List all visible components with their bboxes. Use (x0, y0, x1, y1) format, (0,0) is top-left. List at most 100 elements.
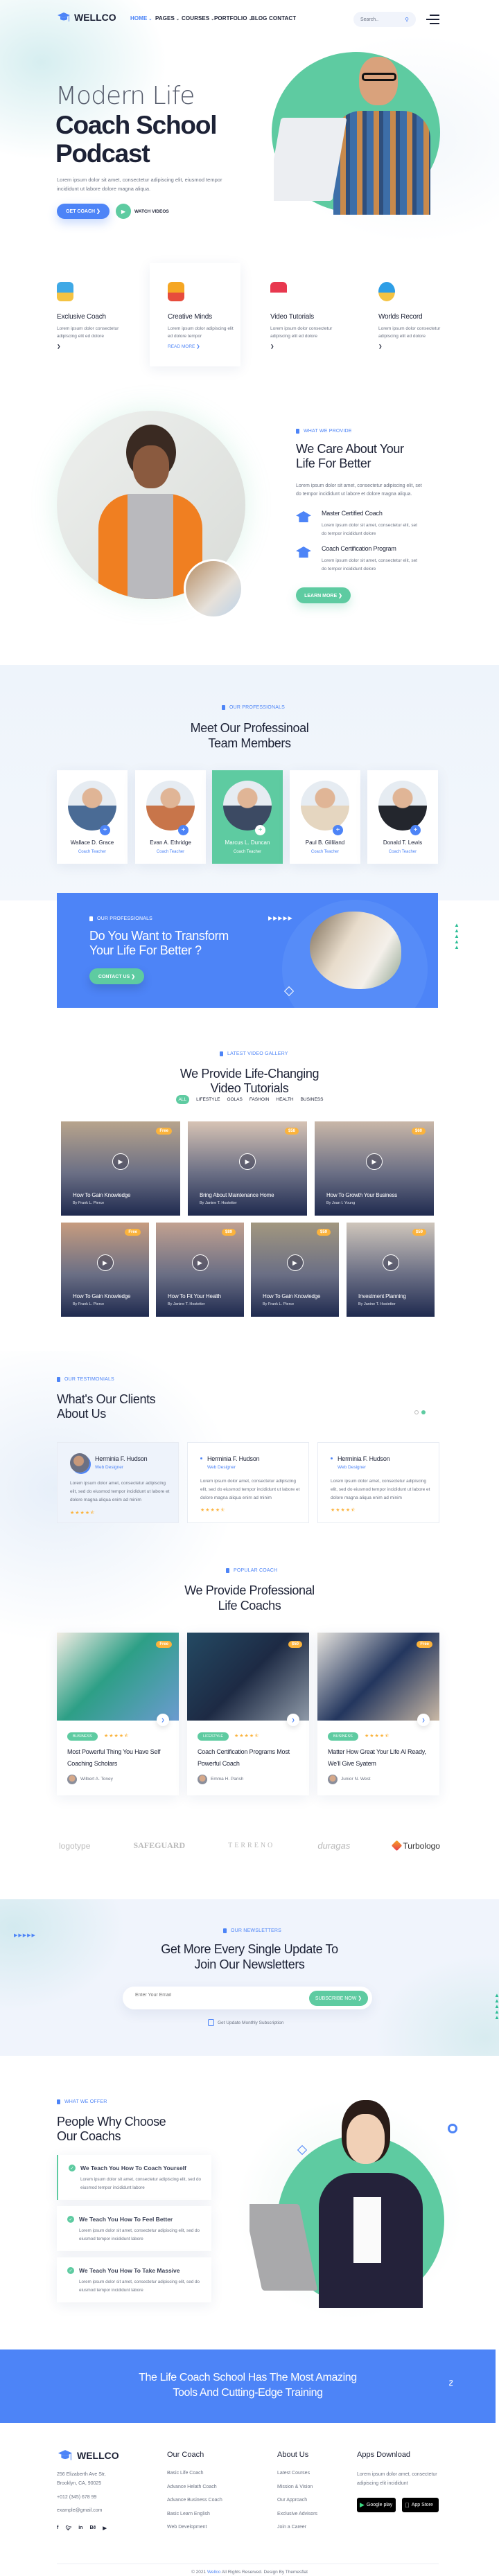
video-card[interactable]: $59 ▶ Investment Planning By Janine T. Host… (347, 1223, 435, 1317)
search-icon[interactable]: ⚲ (405, 17, 409, 23)
plus-icon[interactable]: + (410, 825, 421, 835)
videos-tag-label: LATEST VIDEO GALLERY (227, 1051, 288, 1056)
coach-title[interactable]: Coach Certification Programs Most Powerf… (198, 1746, 301, 1770)
video-card[interactable]: Free ▶ How To Gain Knowledge By Frank L. Pi… (61, 1223, 149, 1317)
video-card[interactable]: Free ▶ How To Gain Knowledge By Frank L. Pi… (61, 1121, 180, 1216)
twitter-icon[interactable]: 🐦︎ (65, 2525, 71, 2531)
video-author: By Janine T. Hostetter (200, 1201, 237, 1205)
copyright-brand-link[interactable]: Wellco (207, 2570, 220, 2575)
video-card[interactable]: $60 ▶ How To Growth Your Business By Joan I… (315, 1121, 434, 1216)
play-icon[interactable]: ▶ (191, 1254, 209, 1271)
play-icon[interactable]: ▶ (366, 1153, 383, 1170)
footer-link[interactable]: Our Approach (277, 2498, 307, 2503)
carousel-dot-2[interactable] (421, 1410, 426, 1414)
footer-link[interactable]: Latest Courses (277, 2471, 310, 2476)
nav-item-pages[interactable]: PAGES ⌄ (155, 15, 180, 21)
partner-logo-terreno[interactable]: TERRENO (228, 1842, 274, 1849)
google-play-button[interactable]: ▶ Google play (357, 2498, 396, 2512)
team-member-card[interactable]: + Evan A. Ethridge Coach Teacher (135, 770, 206, 864)
partner-logo-logotype[interactable]: logotype (59, 1841, 90, 1851)
team-member-card[interactable]: + Wallace D. Grace Coach Teacher (57, 770, 128, 864)
partner-logo-duragas[interactable]: duragas (317, 1840, 350, 1851)
partner-logo-turbologo[interactable]: Turbologo (392, 1840, 440, 1851)
footer-email[interactable]: example@gmail.com (57, 2508, 102, 2513)
filter-tab-lifestyle[interactable]: LIFESTYLE (196, 1095, 220, 1104)
plus-icon[interactable]: + (333, 825, 343, 835)
footer-link[interactable]: Basic Life Coach (167, 2471, 204, 2476)
filter-tab-health[interactable]: HEALTH (276, 1095, 293, 1104)
plus-icon[interactable]: + (178, 825, 189, 835)
play-icon[interactable]: ▶ (286, 1254, 304, 1271)
nav-item-portfolio[interactable]: PORTFOLIO ⌄ (214, 15, 252, 21)
team-member-card[interactable]: + Donald T. Lewis Coach Teacher (367, 770, 438, 864)
footer-logo[interactable]: WELLCO (57, 2449, 119, 2462)
category-badge[interactable]: BUSINESS (67, 1732, 98, 1741)
contact-us-button[interactable]: CONTACT US ❯ (89, 968, 144, 984)
arrow-button[interactable]: ❯ (417, 1714, 430, 1726)
partner-name: TERRENO (228, 1842, 275, 1849)
video-card[interactable]: $89 ▶ How To Fit Your Health By Janine T. H… (156, 1223, 244, 1317)
nav-item-home[interactable]: HOME ⌄ (130, 15, 152, 21)
footer-link[interactable]: Join a Career (277, 2525, 306, 2530)
plus-icon[interactable]: + (255, 825, 265, 835)
nav-item-blog[interactable]: BLOG (251, 15, 268, 21)
service-read-more-link[interactable]: READ MORE ❯ (168, 344, 200, 349)
why-item[interactable]: ✓ We Teach You How To Feel Better Lorem ip… (57, 2206, 211, 2251)
facebook-icon[interactable]: f (57, 2525, 58, 2531)
coach-title[interactable]: Most Powerful Thing You Have Self Coachi… (67, 1746, 171, 1770)
nav-item-courses[interactable]: COURSES ⌄ (182, 15, 214, 21)
category-badge[interactable]: LIFESTYLE (198, 1732, 229, 1741)
subscribe-button[interactable]: SUBSCRIBE NOW ❯ (309, 1991, 368, 2006)
youtube-icon[interactable]: ▶ (103, 2525, 106, 2531)
play-icon[interactable]: ▶ (382, 1254, 399, 1271)
linkedin-icon[interactable]: in (78, 2525, 82, 2531)
service-title: Video Tutorials (270, 313, 314, 321)
play-icon[interactable]: ▶ (239, 1153, 256, 1170)
play-icon[interactable]: ▶ (96, 1254, 114, 1271)
filter-tab-business[interactable]: BUSINESS (301, 1095, 324, 1104)
nav-item-contact[interactable]: CONTACT (269, 15, 296, 21)
coach-card[interactable]: Free ❯ BUSINESS ★★★★⯪ Most Powerful Thing Yo… (57, 1633, 179, 1795)
carousel-dot-1[interactable] (414, 1410, 419, 1414)
coach-title[interactable]: Matter How Great Your Life Al Ready, We'… (328, 1746, 432, 1770)
arrow-button[interactable]: ❯ (157, 1714, 169, 1726)
partner-logo-safeguard[interactable]: SAFEGUARD (133, 1840, 185, 1851)
service-read-more-link[interactable]: ❯ (57, 344, 60, 349)
filter-tab-all[interactable]: ALL (175, 1095, 190, 1104)
footer-link[interactable]: Exclusive Advisors (277, 2512, 317, 2516)
why-item[interactable]: ✓ We Teach You How To Coach Yourself Lorem… (57, 2155, 211, 2200)
learn-more-button[interactable]: LEARN MORE ❯ (296, 587, 351, 603)
service-read-more-link[interactable]: ❯ (378, 344, 382, 349)
monthly-subscription-checkbox[interactable]: Get Update Monthly Subscription (208, 2019, 283, 2026)
video-card[interactable]: $58 ▶ Bring About Maintenance Home By Janin… (188, 1121, 307, 1216)
footer-link[interactable]: Advance Business Coach (167, 2498, 222, 2503)
service-read-more-link[interactable]: ❯ (270, 344, 274, 349)
coach-card[interactable]: Free ❯ BUSINESS ★★★★⯪ Matter How Great Your … (317, 1633, 439, 1795)
watch-videos-button[interactable]: ▶ WATCH VIDEOS (116, 204, 169, 219)
team-member-card[interactable]: + Paul B. Gilliland Coach Teacher (290, 770, 360, 864)
team-member-card[interactable]: + Marcus L. Duncan Coach Teacher (212, 770, 283, 864)
filter-tab-golas[interactable]: GOLAS (227, 1095, 242, 1104)
video-card[interactable]: $59 ▶ How To Gain Knowledge By Frank L. Pie… (251, 1223, 339, 1317)
logo[interactable]: WELLCO (57, 12, 116, 23)
footer-link[interactable]: Mission & Vision (277, 2485, 313, 2489)
plus-icon[interactable]: + (100, 825, 110, 835)
get-coach-button[interactable]: GET COACH ❯ (57, 204, 110, 219)
app-store-button[interactable]:  App Store (402, 2498, 439, 2512)
behance-icon[interactable]: Bē (89, 2525, 96, 2531)
email-input[interactable] (135, 1993, 301, 1998)
footer-link[interactable]: Basic Learn English (167, 2512, 210, 2516)
search-input[interactable]: Search.. ⚲ (353, 12, 416, 27)
footer-link[interactable]: Web Development (167, 2525, 207, 2530)
footer-link[interactable]: Advance Helath Coach (167, 2485, 217, 2489)
why-item[interactable]: ✓ We Teach You How To Take Massive Lorem i… (57, 2257, 211, 2302)
play-icon[interactable]: ▶ (112, 1153, 129, 1170)
filter-tab-fashoin[interactable]: FASHOIN (250, 1095, 270, 1104)
arrow-button[interactable]: ❯ (287, 1714, 299, 1726)
checkbox-box[interactable] (208, 2019, 214, 2026)
hamburger-menu-icon[interactable] (426, 15, 439, 24)
category-badge[interactable]: BUSINESS (328, 1732, 358, 1741)
video-author: By Frank L. Pierce (73, 1201, 105, 1205)
coach-card[interactable]: $50 ❯ LIFESTYLE ★★★★⯪ Coach Certification Pr… (187, 1633, 309, 1795)
hero-text: Lorem ipsum dolor sit amet, consectetur … (57, 177, 222, 192)
